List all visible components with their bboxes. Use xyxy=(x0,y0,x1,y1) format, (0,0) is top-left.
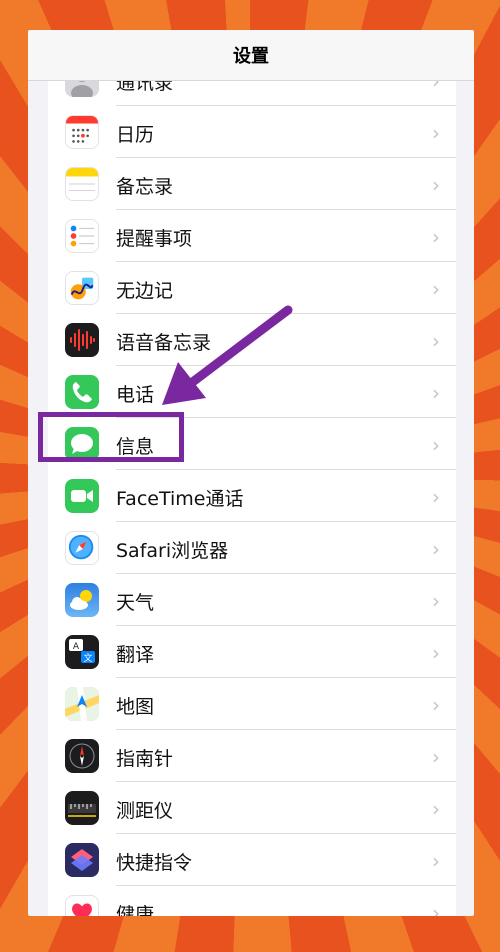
settings-item-label: 地图 xyxy=(116,696,155,718)
settings-item-label: 天气 xyxy=(116,592,155,614)
settings-item-safari[interactable]: Safari浏览器 › xyxy=(48,522,456,574)
chevron-right-icon: › xyxy=(432,277,440,301)
settings-item-translate[interactable]: A文 翻译 › xyxy=(48,626,456,678)
settings-item-facetime[interactable]: FaceTime通话 › xyxy=(48,470,456,522)
settings-item-maps[interactable]: 地图 › xyxy=(48,678,456,730)
chevron-right-icon: › xyxy=(432,121,440,145)
settings-item-label: 健康 xyxy=(116,904,155,916)
chevron-right-icon: › xyxy=(432,433,440,457)
settings-item-label: Safari浏览器 xyxy=(116,540,229,562)
notes-icon xyxy=(65,167,99,201)
chevron-right-icon: › xyxy=(432,225,440,249)
settings-screen: 设置 通讯录 › 日历 › 备忘录 › 提醒事项 › 无边记 › 语音备忘录 ›… xyxy=(28,30,474,916)
phone-icon xyxy=(65,375,99,409)
safari-icon xyxy=(65,531,99,565)
freeform-icon xyxy=(65,271,99,305)
chevron-right-icon: › xyxy=(432,901,440,916)
svg-text:A: A xyxy=(73,642,80,652)
settings-item-shortcuts[interactable]: 快捷指令 › xyxy=(48,834,456,886)
settings-item-label: 翻译 xyxy=(116,644,155,666)
settings-item-label: 电话 xyxy=(116,384,155,406)
settings-item-label: 测距仪 xyxy=(116,800,174,822)
weather-icon xyxy=(65,583,99,617)
settings-item-calendar[interactable]: 日历 › xyxy=(48,106,456,158)
settings-item-label: 备忘录 xyxy=(116,176,174,198)
svg-text:文: 文 xyxy=(83,652,92,664)
settings-item-health[interactable]: 健康 › xyxy=(48,886,456,916)
settings-item-label: FaceTime通话 xyxy=(116,488,244,510)
chevron-right-icon: › xyxy=(432,849,440,873)
chevron-right-icon: › xyxy=(432,797,440,821)
facetime-icon xyxy=(65,479,99,513)
settings-item-weather[interactable]: 天气 › xyxy=(48,574,456,626)
chevron-right-icon: › xyxy=(432,745,440,769)
voice-memos-icon xyxy=(65,323,99,357)
settings-item-reminders[interactable]: 提醒事项 › xyxy=(48,210,456,262)
settings-item-label: 提醒事项 xyxy=(116,228,193,250)
settings-item-notes[interactable]: 备忘录 › xyxy=(48,158,456,210)
annotation-arrow-icon xyxy=(162,305,293,405)
compass-icon xyxy=(65,739,99,773)
chevron-right-icon: › xyxy=(432,693,440,717)
reminders-icon xyxy=(65,219,99,253)
settings-list: 通讯录 › 日历 › 备忘录 › 提醒事项 › 无边记 › 语音备忘录 › 电话… xyxy=(48,54,456,916)
maps-icon xyxy=(65,687,99,721)
translate-icon: A文 xyxy=(65,635,99,669)
chevron-right-icon: › xyxy=(432,641,440,665)
settings-item-label: 快捷指令 xyxy=(116,852,193,874)
chevron-right-icon: › xyxy=(432,381,440,405)
settings-item-compass[interactable]: 指南针 › xyxy=(48,730,456,782)
navigation-bar: 设置 xyxy=(28,30,474,81)
settings-item-label: 日历 xyxy=(116,124,155,146)
measure-icon xyxy=(65,791,99,825)
chevron-right-icon: › xyxy=(432,589,440,613)
chevron-right-icon: › xyxy=(432,329,440,353)
shortcuts-icon xyxy=(65,843,99,877)
page-title: 设置 xyxy=(233,46,269,67)
chevron-right-icon: › xyxy=(432,173,440,197)
calendar-icon xyxy=(65,115,99,149)
highlight-box xyxy=(38,412,184,462)
settings-item-measure[interactable]: 测距仪 › xyxy=(48,782,456,834)
settings-item-label: 指南针 xyxy=(116,748,174,770)
chevron-right-icon: › xyxy=(432,485,440,509)
settings-item-label: 无边记 xyxy=(116,280,174,302)
health-icon xyxy=(65,895,99,916)
chevron-right-icon: › xyxy=(432,537,440,561)
